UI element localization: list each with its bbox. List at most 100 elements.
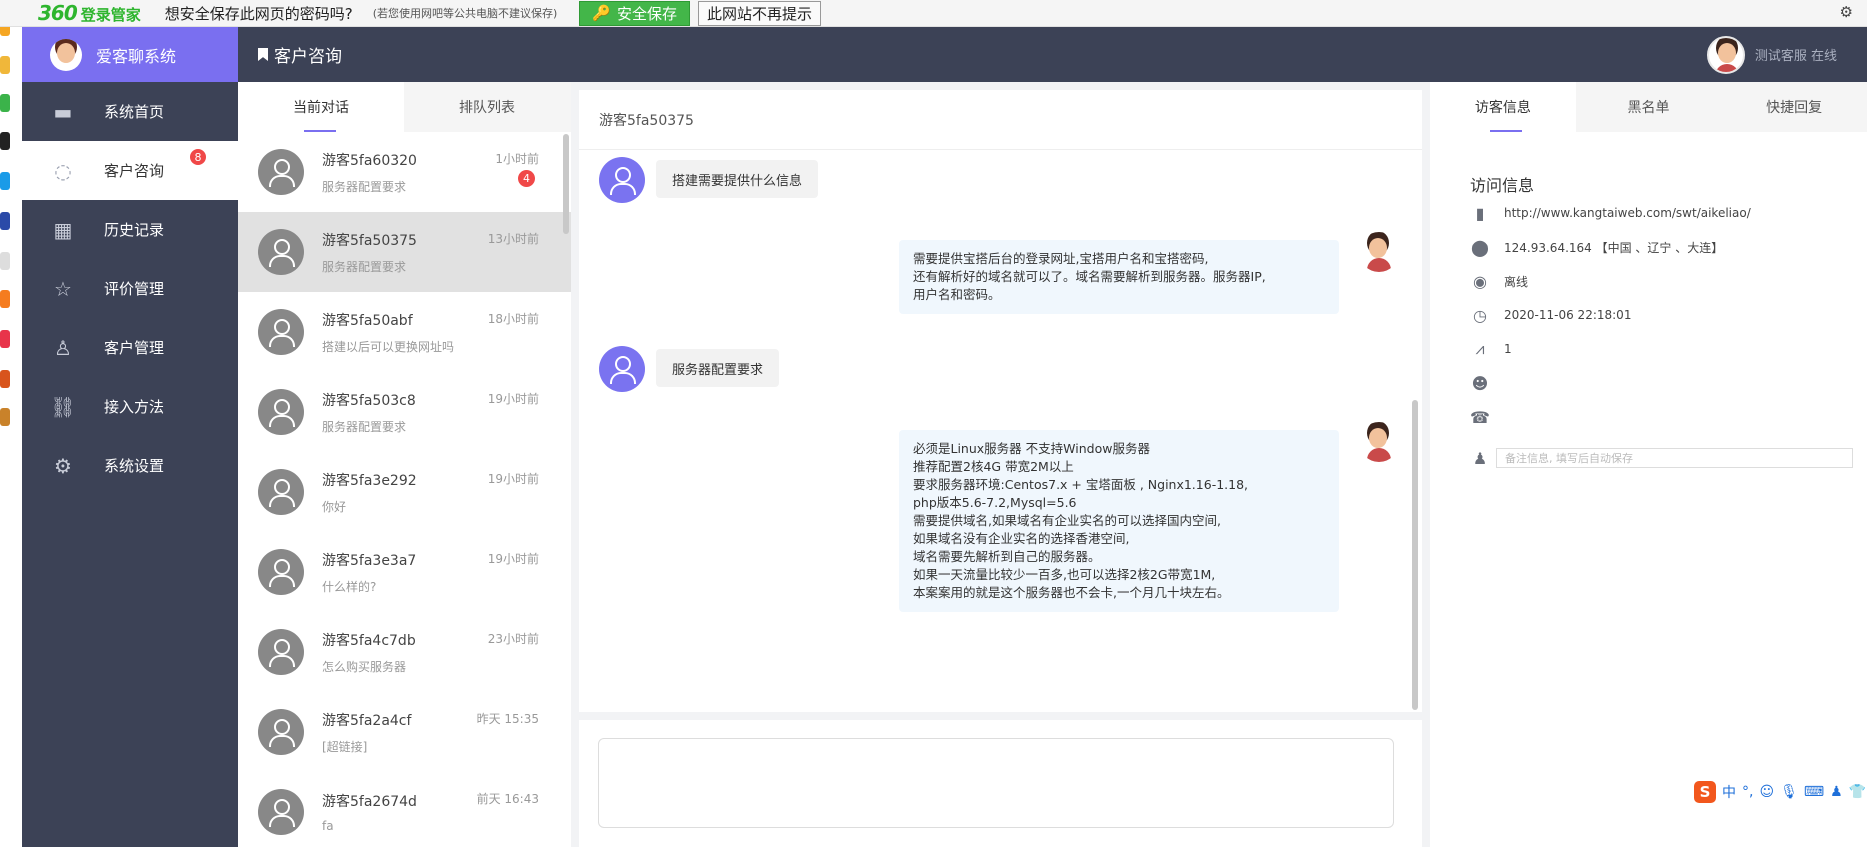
sidebar-item-settings[interactable]: ⚙ 系统设置 <box>22 436 238 495</box>
chat-window: 游客5fa50375 搭建需要提供什么信息 需要提供宝搭后台的登录网址,宝搭用户… <box>579 90 1422 712</box>
name-row: ☻ <box>1470 372 1504 394</box>
note-input[interactable] <box>1496 448 1853 468</box>
save-password-question: 想安全保存此网页的密码吗? <box>164 4 353 23</box>
visitor-avatar-icon <box>258 309 304 355</box>
list-item[interactable]: 游客5fa3e292 你好 19小时前 <box>238 452 571 532</box>
message-input[interactable] <box>598 738 1394 828</box>
key-icon: 🔑 <box>592 4 612 22</box>
visitor-avatar-icon <box>258 709 304 755</box>
app-icon[interactable] <box>0 132 10 150</box>
top-header: 客户咨询 测试客服 在线 <box>238 27 1867 82</box>
chat-scrollbar[interactable] <box>1412 400 1418 710</box>
time-row: ◷ 2020-11-06 22:18:01 <box>1470 304 1631 326</box>
list-item[interactable]: 游客5fa50375 服务器配置要求 13小时前 <box>238 212 571 292</box>
user-status[interactable]: 测试客服 在线 <box>1706 35 1837 74</box>
visitor-avatar-icon <box>258 549 304 595</box>
tab-queue[interactable]: 排队列表 <box>404 82 570 132</box>
tab-quick-reply[interactable]: 快捷回复 <box>1721 82 1867 132</box>
chat-bubble-icon: ◌ <box>54 158 72 183</box>
page-title: 客户咨询 <box>258 42 342 67</box>
sidebar-item-home[interactable]: ▬ 系统首页 <box>22 82 238 141</box>
radio-status-icon: ◉ <box>1473 271 1487 291</box>
app-icon[interactable] <box>0 370 10 388</box>
list-item[interactable]: 游客5fa50abf 搭建以后可以更换网址吗 18小时前 <box>238 292 571 372</box>
app-icon[interactable] <box>0 330 10 348</box>
agent-message: 必须是Linux服务器 不支持Window服务器 推荐配置2核4G 带宽2M以上… <box>899 430 1339 612</box>
unread-badge: 8 <box>190 149 206 165</box>
visitor-avatar-icon <box>258 629 304 675</box>
sidebar-item-integration[interactable]: ⛓ 接入方法 <box>22 377 238 436</box>
sidebar-item-rating[interactable]: ☆ 评价管理 <box>22 259 238 318</box>
visitor-info-panel: 访客信息 黑名单 快捷回复 访问信息 ▮ http://www.kangtaiw… <box>1430 82 1867 847</box>
sidebar-item-consult[interactable]: ◌ 客户咨询 8 <box>22 141 238 200</box>
agent-avatar-icon <box>1359 422 1399 462</box>
conversation-scrollbar[interactable] <box>563 134 569 234</box>
app-icon[interactable] <box>0 252 10 270</box>
visitor-avatar-icon <box>599 157 645 203</box>
compose-area <box>579 720 1422 847</box>
tab-current[interactable]: 当前对话 <box>238 82 404 132</box>
list-item[interactable]: 游客5fa2674d fa 前天 16:43 <box>238 772 571 847</box>
emoji-icon[interactable]: ☺ <box>1759 784 1774 800</box>
unread-badge: 4 <box>518 170 535 187</box>
conversation-tabs: 当前对话 排队列表 <box>238 82 571 132</box>
list-item[interactable]: 游客5fa60320 服务器配置要求 1小时前 4 <box>238 132 571 212</box>
calendar-icon: ▦ <box>53 217 73 242</box>
app-icon[interactable] <box>0 172 10 190</box>
clock-icon: ◷ <box>1473 305 1487 325</box>
user-icon[interactable]: ♟ <box>1830 784 1843 800</box>
shirt-icon[interactable]: 👕 <box>1849 784 1866 800</box>
list-item[interactable]: 游客5fa503c8 服务器配置要求 19小时前 <box>238 372 571 452</box>
tab-visitor-info[interactable]: 访客信息 <box>1430 82 1576 132</box>
list-item[interactable]: 游客5fa3e3a7 什么样的? 19小时前 <box>238 532 571 612</box>
app-icon[interactable] <box>0 94 10 112</box>
window-icon: ▬ <box>53 99 73 124</box>
public-pc-note: (若您使用网吧等公共电脑不建议保存) <box>372 7 558 20</box>
visitor-avatar-icon <box>258 389 304 435</box>
visitor-message: 服务器配置要求 <box>656 349 780 387</box>
ime-toolbar[interactable]: S 中 °, ☺ 🎙 ⌨ ♟ 👕 <box>1690 778 1867 806</box>
never-prompt-button[interactable]: 此网站不再提示 <box>698 0 822 26</box>
gear-icon[interactable]: ⚙ <box>1840 3 1853 21</box>
desktop-icon-strip <box>0 0 22 847</box>
bookmark-icon <box>258 48 268 61</box>
location-pin-icon: ⬤ <box>1471 237 1489 257</box>
avatar <box>1706 35 1745 74</box>
microphone-icon[interactable]: 🎙 <box>1780 784 1798 800</box>
visits-row: ⩘ 1 <box>1470 338 1511 360</box>
app-icon[interactable] <box>0 56 10 74</box>
tab-blacklist[interactable]: 黑名单 <box>1576 82 1722 132</box>
visitor-message: 搭建需要提供什么信息 <box>656 160 819 198</box>
visitor-avatar-icon <box>258 789 304 835</box>
agent-avatar-icon <box>1359 232 1399 272</box>
link-icon: ⛓ <box>50 394 76 419</box>
sidebar-brand[interactable]: 爱客聊系统 <box>22 27 238 82</box>
phone-row: ☎ <box>1470 406 1504 428</box>
sogou-logo-icon: S <box>1694 781 1716 803</box>
keyboard-icon[interactable]: ⌨ <box>1804 784 1824 800</box>
app-icon[interactable] <box>0 290 10 308</box>
list-item[interactable]: 游客5fa4c7db 怎么购买服务器 23小时前 <box>238 612 571 692</box>
bookmark-icon: ▮ <box>1475 203 1485 223</box>
brand-logo-icon <box>50 38 82 71</box>
app-icon[interactable] <box>0 408 10 426</box>
sidebar-item-customers[interactable]: ♙ 客户管理 <box>22 318 238 377</box>
360-brand: 360 登录管家 <box>38 1 141 25</box>
status-row: ◉ 离线 <box>1470 270 1528 292</box>
conversation-list: 游客5fa60320 服务器配置要求 1小时前 4 游客5fa50375 服务器配置… <box>238 132 571 847</box>
activity-icon: ⩘ <box>1475 339 1485 358</box>
app-icon[interactable] <box>0 212 10 230</box>
safe-save-button[interactable]: 🔑 安全保存 <box>579 0 691 26</box>
chat-title: 游客5fa50375 <box>579 90 1422 150</box>
visitor-avatar-icon <box>258 469 304 515</box>
ip-row: ⬤ 124.93.64.164 【中国 、辽宁 、大连】 <box>1471 237 1724 257</box>
phone-icon: ☎ <box>1470 407 1490 427</box>
visitor-avatar-icon <box>258 229 304 275</box>
list-item[interactable]: 游客5fa2a4cf [超链接] 昨天 15:35 <box>238 692 571 772</box>
person-icon: ♟ <box>1472 448 1488 468</box>
message-list: 搭建需要提供什么信息 需要提供宝搭后台的登录网址,宝搭用户名和宝搭密码, 还有解… <box>579 150 1422 712</box>
agent-message: 需要提供宝搭后台的登录网址,宝搭用户名和宝搭密码, 还有解析好的域名就可以了。域… <box>899 240 1339 314</box>
ime-language[interactable]: 中 <box>1722 782 1736 802</box>
punctuation-icon[interactable]: °, <box>1742 784 1753 800</box>
sidebar-item-history[interactable]: ▦ 历史记录 <box>22 200 238 259</box>
